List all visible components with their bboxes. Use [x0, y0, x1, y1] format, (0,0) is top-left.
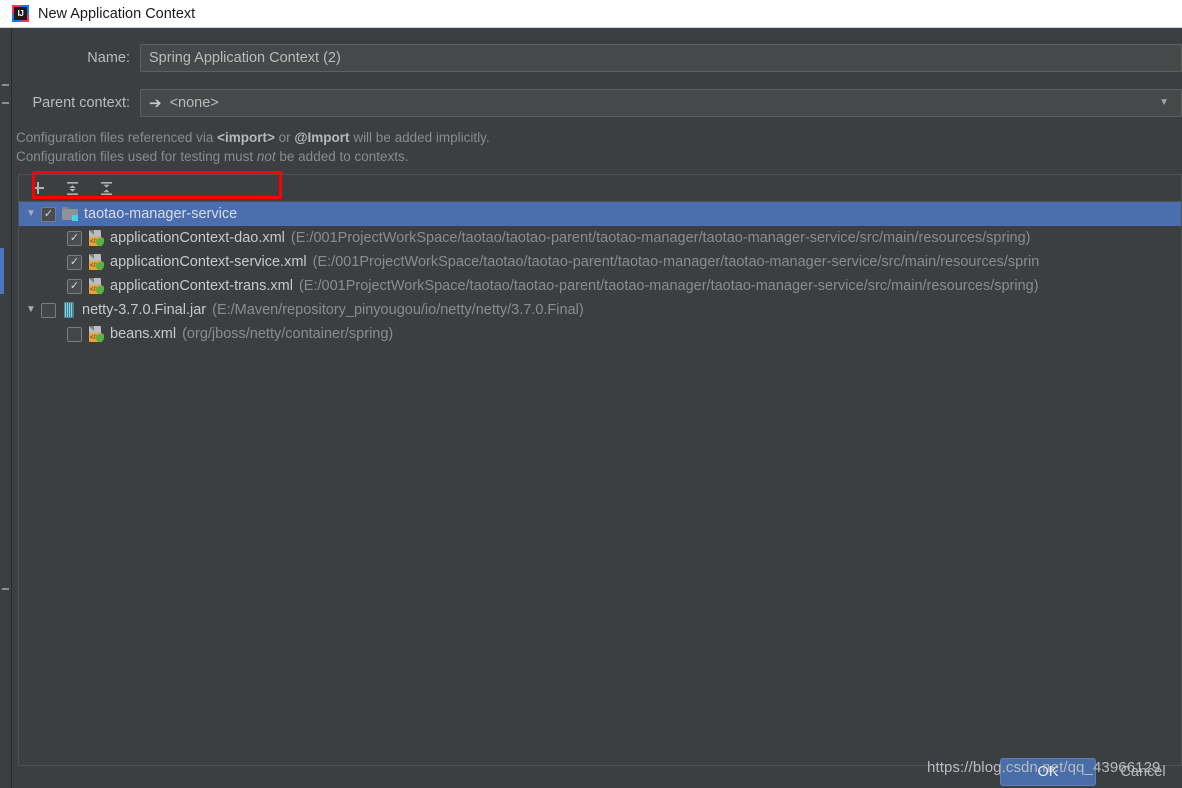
hint-2-not-emphasis: not	[256, 149, 276, 164]
background-ide-tick	[2, 588, 9, 590]
jar-library-icon	[62, 302, 76, 318]
tree-twisty-placeholder: ▼	[47, 281, 67, 291]
tree-row[interactable]: ▼ ✓ taotao-manager-service	[19, 202, 1181, 226]
name-input[interactable]: Spring Application Context (2)	[140, 44, 1182, 72]
hint-1-text-b: or	[274, 130, 295, 145]
tree-row-checkbox[interactable]: ✓	[41, 206, 56, 222]
tree-twisty-placeholder: ▼	[47, 329, 67, 339]
hint-2-text-a: Configuration files used for testing mus…	[16, 149, 257, 164]
watermark-text: https://blog.csdn.net/qq_43966129	[927, 759, 1161, 776]
arrow-right-icon: ➔	[149, 94, 162, 112]
background-ide-accent-bar	[0, 248, 4, 294]
spring-xml-file-icon: </>	[88, 326, 104, 342]
tree-row[interactable]: ▼✓ </> applicationContext-trans.xml (E:/001…	[19, 274, 1181, 298]
tree-row-path: (E:/001ProjectWorkSpace/taotao/taotao-pa…	[298, 278, 1039, 294]
spring-xml-file-icon: </>	[88, 278, 104, 294]
hint-block: Configuration files referenced via <impo…	[16, 128, 1116, 166]
chevron-down-icon[interactable]: ▼	[1159, 98, 1169, 108]
tree-row-label: beans.xml	[110, 326, 177, 342]
tree-row[interactable]: ▼✓ </> applicationContext-service.xml (E:/0…	[19, 250, 1181, 274]
parent-context-label: Parent context:	[32, 95, 130, 111]
tree-row-checkbox[interactable]: ✓	[41, 302, 56, 318]
tree-twisty-placeholder: ▼	[47, 257, 67, 267]
add-configuration-file-button[interactable]	[27, 178, 49, 199]
tree-row-checkbox[interactable]: ✓	[67, 254, 82, 270]
hint-2-text-b: be added to contexts.	[275, 149, 409, 164]
name-label: Name:	[87, 50, 130, 66]
tree-row-label: applicationContext-dao.xml	[110, 230, 285, 246]
hint-1-import-annotation: @Import	[294, 130, 350, 145]
tree-twisty-placeholder: ▼	[47, 233, 67, 243]
tree-row-checkbox[interactable]: ✓	[67, 326, 82, 342]
background-ide-tick	[2, 102, 9, 104]
new-application-context-window: IJ New Application Context Name: Spring …	[0, 0, 1182, 788]
title-bar: IJ New Application Context	[0, 0, 1182, 28]
tree-row-label: netty-3.7.0.Final.jar	[82, 302, 207, 318]
background-ide-tick	[2, 84, 9, 86]
parent-context-row: Parent context: ➔ <none> ▼	[12, 89, 1182, 117]
tree-expand-toggle-icon[interactable]: ▼	[21, 305, 41, 315]
hint-1-import-tag: <import>	[217, 130, 275, 145]
tree-row-checkbox[interactable]: ✓	[67, 278, 82, 294]
tree-row-path: (org/jboss/netty/container/spring)	[182, 326, 394, 342]
hint-1-text-a: Configuration files referenced via	[16, 130, 218, 145]
tree-row-label: taotao-manager-service	[84, 206, 238, 222]
expand-all-icon[interactable]	[61, 178, 83, 199]
tree-row[interactable]: ▼✓ </> applicationContext-dao.xml (E:/001Pr…	[19, 226, 1181, 250]
name-row: Name: Spring Application Context (2)	[12, 44, 1182, 72]
tree-expand-toggle-icon[interactable]: ▼	[21, 209, 41, 219]
hint-line-1: Configuration files referenced via <impo…	[16, 128, 1116, 147]
hint-1-text-c: will be added implicitly.	[349, 130, 490, 145]
tree-row-path: (E:/001ProjectWorkSpace/taotao/taotao-pa…	[290, 230, 1031, 246]
tree-row[interactable]: ▼✓ netty-3.7.0.Final.jar (E:/Maven/reposit…	[19, 298, 1181, 322]
dialog-body: Name: Spring Application Context (2) Par…	[12, 28, 1182, 788]
tree-row-path: (E:/Maven/repository_pinyougou/io/netty/…	[212, 302, 584, 318]
parent-context-value: <none>	[169, 95, 219, 111]
module-folder-icon	[62, 207, 78, 221]
configuration-files-tree[interactable]: ▼✓taotao-manager-service▼✓</>application…	[18, 201, 1182, 766]
collapse-all-icon[interactable]	[95, 178, 117, 199]
spring-xml-file-icon: </>	[88, 230, 104, 246]
parent-context-combobox[interactable]: ➔ <none> ▼	[140, 89, 1182, 117]
spring-xml-file-icon: </>	[88, 254, 104, 270]
tree-toolbar	[18, 174, 1182, 201]
tree-row-label: applicationContext-service.xml	[110, 254, 307, 270]
tree-row[interactable]: ▼✓ </> beans.xml (org/jboss/netty/container…	[19, 322, 1181, 346]
intellij-idea-logo-icon: IJ	[12, 5, 29, 22]
hint-line-2: Configuration files used for testing mus…	[16, 147, 1116, 166]
window-title: New Application Context	[38, 5, 196, 22]
background-ide-strip	[0, 28, 12, 788]
tree-row-checkbox[interactable]: ✓	[67, 230, 82, 246]
tree-row-path: (E:/001ProjectWorkSpace/taotao/taotao-pa…	[312, 254, 1040, 270]
tree-row-label: applicationContext-trans.xml	[110, 278, 293, 294]
